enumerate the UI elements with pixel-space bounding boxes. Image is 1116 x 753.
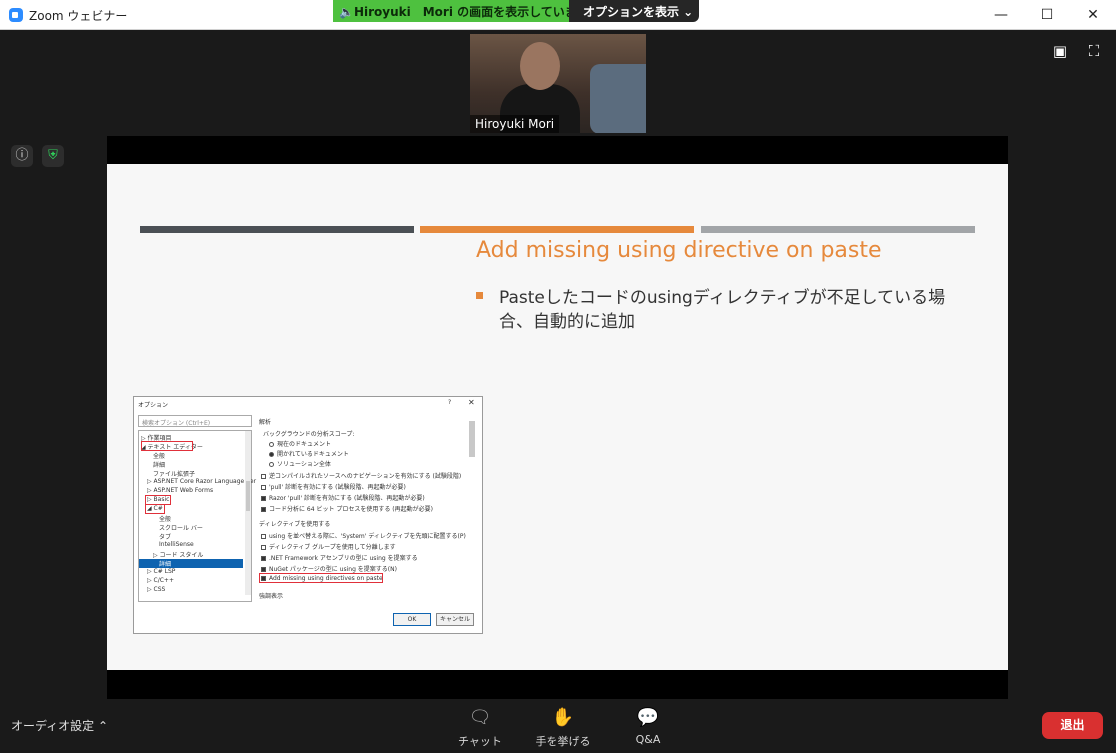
meeting-toolbar: オーディオ設定 ⌃ 🗨 チャット ✋ 手を挙げる 💬 Q&A 退出 bbox=[0, 700, 1116, 753]
dialog-search-input: 検索オプション (Ctrl+E) bbox=[138, 415, 252, 427]
raise-hand-button[interactable]: ✋ 手を挙げる bbox=[528, 707, 598, 749]
slide-divider-2 bbox=[420, 226, 694, 233]
checkbox-checked-icon bbox=[261, 567, 266, 572]
slide-divider-3 bbox=[701, 226, 975, 233]
fullscreen-icon[interactable]: ⛶ bbox=[1084, 42, 1104, 62]
radio-option: ソリューション全体 bbox=[269, 459, 331, 468]
radio-icon bbox=[269, 462, 274, 467]
audio-settings-button[interactable]: オーディオ設定 ⌃ bbox=[11, 717, 108, 734]
checkbox-icon bbox=[261, 474, 266, 479]
view-layout-icon[interactable]: ▣ bbox=[1050, 42, 1070, 62]
radio-option: 現在のドキュメント bbox=[269, 439, 331, 448]
checkbox-option: using を並べ替える際に、'System' ディレクティブを先頭に配置する(… bbox=[261, 531, 466, 540]
checkbox-option: ディレクティブ グループを使用して分離します bbox=[261, 542, 396, 551]
chat-icon: 🗨 bbox=[468, 707, 492, 728]
checkbox-icon bbox=[261, 545, 266, 550]
checkbox-option: 逆コンパイルされたソースへのナビゲーションを有効にする (試験段階) bbox=[261, 471, 461, 480]
checkbox-checked-icon bbox=[261, 507, 266, 512]
participant-name: Hiroyuki Mori bbox=[470, 115, 560, 133]
minimize-icon[interactable]: — bbox=[978, 0, 1024, 30]
tree-item-selected: 詳細 bbox=[139, 559, 243, 568]
options-tree: ▷ 作業項目 ◢ テキスト エディター 全般 詳細 ファイル拡張子 ▷ ASP.… bbox=[138, 430, 257, 602]
tree-scrollbar bbox=[245, 431, 251, 595]
highlight-box bbox=[145, 504, 165, 514]
presentation-slide: Add missing using directive on paste Pas… bbox=[107, 164, 1008, 670]
section-heading: 解析 bbox=[259, 419, 272, 426]
slide-title: Add missing using directive on paste bbox=[476, 238, 882, 263]
checkbox-icon bbox=[261, 485, 266, 490]
speaker-icon: 🔈 bbox=[339, 5, 354, 19]
security-shield-icon[interactable]: ⛨ bbox=[42, 145, 64, 167]
tree-item: ▷ ASP.NET Core Razor Language Ser bbox=[147, 478, 257, 485]
bullet-marker bbox=[476, 292, 483, 299]
section-heading: ディレクティブを使用する bbox=[259, 521, 331, 528]
tree-item: ▷ コード スタイル bbox=[153, 552, 204, 559]
info-icon[interactable]: ⓘ bbox=[11, 145, 33, 167]
tree-scroll-thumb bbox=[246, 481, 250, 511]
qa-icon: 💬 bbox=[636, 707, 660, 728]
highlight-box bbox=[141, 441, 193, 451]
qa-label: Q&A bbox=[635, 733, 661, 746]
options-panel: 解析 バックグラウンドの分析スコープ: 現在のドキュメント 開かれているドキュメ… bbox=[259, 415, 479, 600]
checkbox-checked-icon bbox=[261, 556, 266, 561]
dialog-cancel-button: キャンセル bbox=[436, 613, 474, 626]
chat-button[interactable]: 🗨 チャット bbox=[445, 707, 515, 749]
checkbox-icon bbox=[261, 534, 266, 539]
dialog-ok-button: OK bbox=[393, 613, 431, 626]
tree-item: ▷ C/C++ bbox=[147, 577, 174, 584]
participant-video[interactable]: Hiroyuki Mori bbox=[470, 34, 646, 133]
help-icon: ? bbox=[448, 399, 452, 406]
tree-item: ▷ C# LSP bbox=[147, 568, 176, 575]
checkbox-option: .NET Framework アセンブリの型に using を提案する bbox=[261, 553, 418, 562]
video-person-head bbox=[520, 42, 560, 90]
share-status-label: 🔈Hiroyuki Mori の画面を表示しています bbox=[333, 0, 569, 22]
tree-item: ファイル拡張子 bbox=[153, 471, 196, 478]
checkbox-checked-icon bbox=[261, 496, 266, 501]
share-banner: 🔈Hiroyuki Mori の画面を表示しています オプションを表示 ⌄ bbox=[333, 0, 699, 22]
window-title: Zoom ウェビナー bbox=[29, 9, 128, 23]
options-dialog-screenshot: オプション ? ✕ 検索オプション (Ctrl+E) ▷ 作業項目 ◢ テキスト… bbox=[133, 396, 483, 634]
chat-label: チャット bbox=[458, 735, 502, 748]
tree-item: 詳細 bbox=[153, 462, 166, 469]
checkbox-option: NuGet パッケージの型に using を提案する(N) bbox=[261, 564, 397, 573]
radio-option: 開かれているドキュメント bbox=[269, 449, 349, 458]
tree-item: 全般 bbox=[153, 453, 166, 460]
checkbox-option: 'pull' 診断を有効にする (試験段階、再起動が必要) bbox=[261, 482, 406, 491]
checkbox-option: Razor 'pull' 診断を有効にする (試験段階、再起動が必要) bbox=[261, 493, 425, 502]
maximize-icon[interactable]: ☐ bbox=[1024, 0, 1070, 30]
radio-checked-icon bbox=[269, 452, 274, 457]
raise-hand-label: 手を挙げる bbox=[535, 735, 591, 748]
highlight-box bbox=[259, 573, 383, 583]
video-background bbox=[590, 64, 646, 133]
radio-icon bbox=[269, 442, 274, 447]
dialog-close-icon: ✕ bbox=[468, 398, 475, 407]
panel-scroll-thumb bbox=[469, 421, 475, 457]
leave-button[interactable]: 退出 bbox=[1042, 712, 1103, 739]
slide-bullet: Pasteしたコードのusingディレクティブが不足している場合、自動的に追加 bbox=[499, 288, 946, 332]
zoom-logo-icon bbox=[9, 8, 23, 22]
checkbox-option: コード分析に 64 ビット プロセスを使用する (再起動が必要) bbox=[261, 504, 433, 513]
dialog-title: オプション bbox=[138, 402, 169, 409]
shared-screen: Add missing using directive on paste Pas… bbox=[107, 136, 1008, 699]
qa-button[interactable]: 💬 Q&A bbox=[613, 707, 683, 746]
option-label: バックグラウンドの分析スコープ: bbox=[263, 431, 355, 438]
slide-divider-1 bbox=[140, 226, 414, 233]
section-heading: 強調表示 bbox=[259, 593, 284, 600]
close-icon[interactable]: ✕ bbox=[1070, 0, 1116, 30]
tree-item: ▷ CSS bbox=[147, 586, 166, 593]
view-options-button[interactable]: オプションを表示 ⌄ bbox=[569, 0, 699, 22]
hand-icon: ✋ bbox=[551, 707, 575, 728]
